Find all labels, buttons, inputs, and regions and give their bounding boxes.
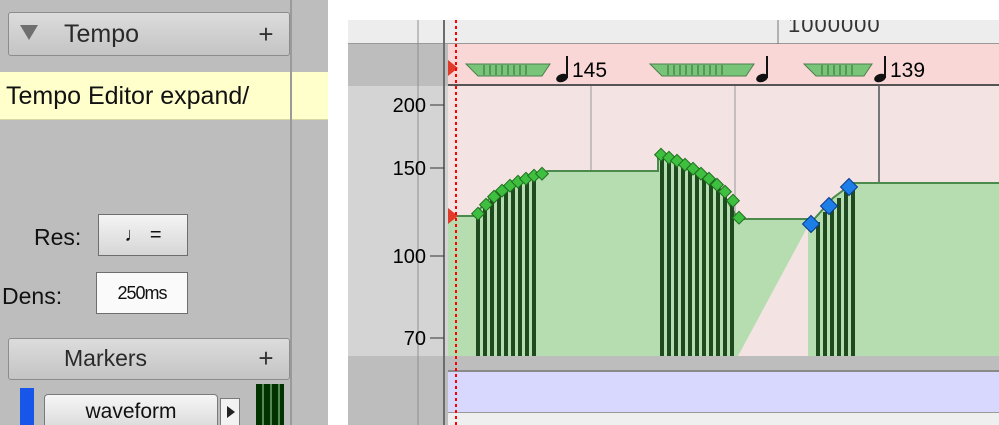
y-axis-ticks [430,104,444,339]
tempo-graph-svg: 145 139 200 150 100 70 [393,20,999,425]
disclosure-triangle-icon[interactable] [20,25,38,40]
markers-section-title: Markers [64,345,148,371]
y-tick-label: 70 [404,328,426,350]
tempo-inspector-panel: Tempo + Tempo Editor expand/ Res: ♩ = De… [0,0,328,425]
y-tick-label: 150 [393,158,426,180]
tempo-add-button[interactable]: + [250,18,282,50]
density-label: Dens: [2,283,63,309]
tooltip: Tempo Editor expand/ [0,72,328,120]
waveform-button[interactable]: waveform [44,394,218,425]
resolution-button[interactable]: ♩ = [98,214,188,256]
density-field[interactable]: 250ms [96,272,188,314]
tempo-section-title: Tempo [64,20,140,48]
markers-section-header[interactable] [8,338,290,380]
track-color-strip [20,388,34,425]
tempo-marker-label[interactable]: 145 [572,59,607,82]
tempo-editor-area: 1000000 145 139 200 150 100 70 [348,20,999,425]
tempo-ramp-icons[interactable] [464,63,873,77]
tempo-marker-label[interactable]: 139 [890,59,925,82]
panel-divider[interactable] [290,0,292,425]
y-tick-label: 100 [393,246,426,268]
chevron-right-icon [227,406,235,418]
tempo-section-header[interactable] [8,12,290,56]
level-meter [256,384,284,425]
y-tick-label: 200 [393,95,426,117]
resolution-label: Res: [34,224,82,250]
markers-add-button[interactable]: + [250,342,282,374]
